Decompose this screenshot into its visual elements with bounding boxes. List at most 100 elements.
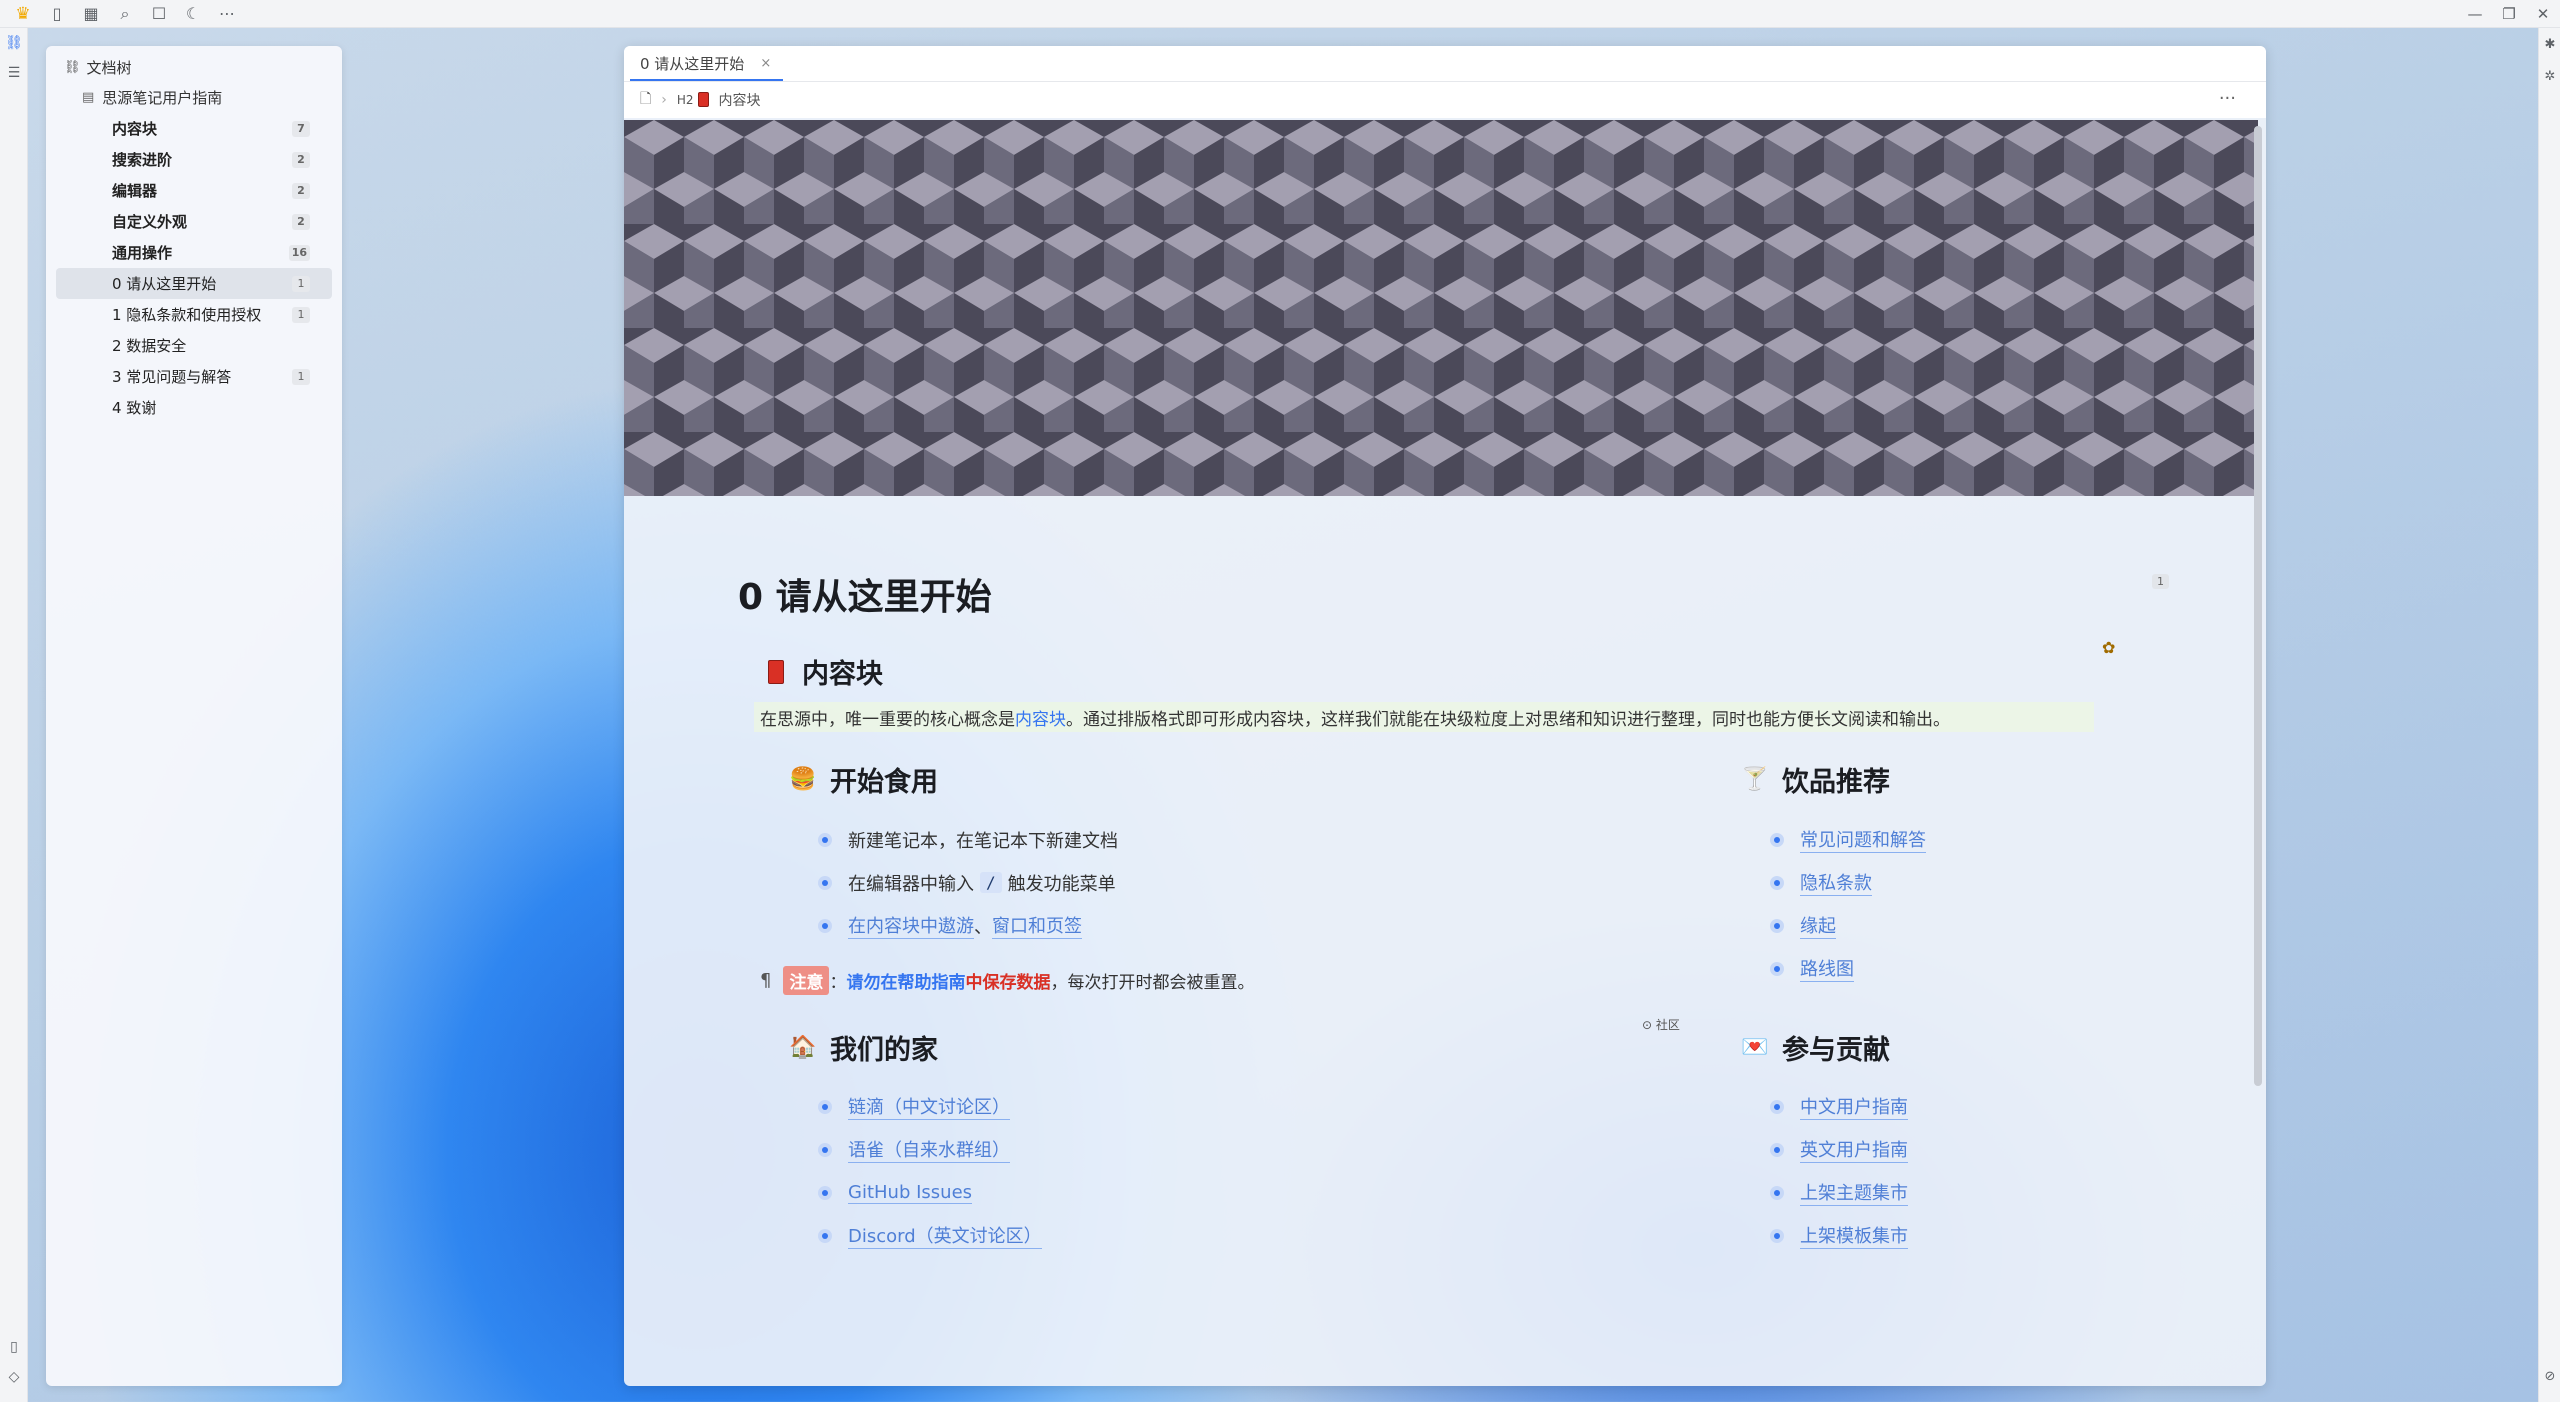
- tree-item-count: 1: [292, 306, 310, 323]
- left-dock: ⛓ ☰ ▯ ◇: [0, 28, 28, 1402]
- tree-item-search[interactable]: 搜索进阶 2: [56, 144, 332, 175]
- block-ref-link[interactable]: 缘起: [1800, 912, 1836, 939]
- page-title[interactable]: 0 请从这里开始: [738, 568, 992, 620]
- outline-icon[interactable]: ☰: [0, 58, 28, 88]
- intro-text-rest: 。通过排版格式即可形成内容块，这样我们就能在块级粒度上对思绪和知识进行整理，同时…: [1066, 709, 1950, 730]
- bullet-icon: [1770, 961, 1784, 976]
- breadcrumb-heading-level[interactable]: H2: [677, 93, 694, 107]
- warning-note[interactable]: ¶ 注意：请勿在帮助指南 中保存数据 ，每次打开时都会被重置。: [760, 966, 1254, 995]
- list-item-text: 新建笔记本，在笔记本下新建文档: [848, 830, 1118, 852]
- list-item[interactable]: 路线图: [1770, 947, 1926, 990]
- block-ref-link[interactable]: 常见问题和解答: [1800, 826, 1926, 853]
- minimize-icon[interactable]: —: [2458, 0, 2492, 28]
- list-item[interactable]: 新建笔记本，在笔记本下新建文档: [818, 818, 1118, 861]
- bullet-icon: [1770, 832, 1784, 847]
- tree-item-general[interactable]: 通用操作 16: [56, 237, 332, 268]
- tab-label: 0 请从这里开始: [640, 54, 745, 73]
- heading-contribute[interactable]: 💌 参与贡献: [1740, 1028, 1890, 1067]
- block-ref-link[interactable]: 隐私条款: [1800, 869, 1872, 896]
- block-ref-link[interactable]: 窗口和页签: [992, 912, 1082, 939]
- list-item[interactable]: 隐私条款: [1770, 861, 1926, 904]
- calendar-icon[interactable]: ▦: [74, 0, 108, 28]
- cover-image[interactable]: [624, 120, 2258, 496]
- moon-icon[interactable]: ☾: [176, 0, 210, 28]
- notebook-label: 思源笔记用户指南: [102, 89, 223, 107]
- graph-icon[interactable]: ✱: [2539, 28, 2560, 60]
- block-ref-link[interactable]: 上架模板集市: [1800, 1222, 1908, 1249]
- list-item[interactable]: 上架主题集市: [1770, 1171, 1908, 1214]
- external-link[interactable]: GitHub Issues: [848, 1182, 973, 1204]
- list-item[interactable]: 在编辑器中输入 / 触发功能菜单: [818, 861, 1118, 904]
- list-item[interactable]: 常见问题和解答: [1770, 818, 1926, 861]
- intro-paragraph[interactable]: 在思源中，唯一重要的核心概念是 内容块 。通过排版格式即可形成内容块，这样我们就能在…: [754, 702, 2094, 732]
- tree-item-start-here[interactable]: 0 请从这里开始 1: [56, 268, 332, 299]
- paragraph-icon[interactable]: ¶: [760, 970, 771, 991]
- list-item[interactable]: GitHub Issues: [818, 1171, 1042, 1214]
- tree-item-faq[interactable]: 3 常见问题与解答 1: [56, 361, 332, 392]
- heading-text: 内容块: [802, 659, 883, 690]
- doc-icon[interactable]: 🗋: [640, 88, 651, 112]
- intro-text: 在思源中，唯一重要的核心概念是: [760, 709, 1015, 730]
- external-link[interactable]: Discord（英文讨论区）: [848, 1222, 1042, 1249]
- heading-getting-started[interactable]: 🍔 开始食用: [788, 760, 938, 799]
- block-ref-link[interactable]: 路线图: [1800, 955, 1854, 982]
- close-icon[interactable]: ✕: [2526, 0, 2560, 28]
- list-item-text: 触发功能菜单: [1007, 873, 1116, 895]
- block-ref-link[interactable]: 在内容块中遨游: [848, 912, 974, 939]
- tree-item-label: 自定义外观: [112, 213, 188, 231]
- external-link[interactable]: 链滴（中文讨论区）: [848, 1093, 1010, 1120]
- cocktail-icon: 🍸: [1741, 767, 1769, 792]
- tree-item-label: 3 常见问题与解答: [112, 368, 232, 386]
- list-item[interactable]: 中文用户指南: [1770, 1085, 1908, 1128]
- more-icon[interactable]: ⋯: [210, 0, 244, 28]
- list-item[interactable]: 缘起: [1770, 904, 1926, 947]
- backlink-icon[interactable]: ⊘: [2539, 1360, 2560, 1392]
- more-menu-icon[interactable]: ···: [2219, 88, 2236, 109]
- tag-icon[interactable]: ◇: [0, 1362, 28, 1392]
- external-link[interactable]: 语雀（自来水群组）: [848, 1136, 1010, 1163]
- file-tree-header: ⛓ 文档树: [46, 52, 342, 82]
- search-icon[interactable]: ⌕: [108, 0, 142, 28]
- drinks-list: 常见问题和解答 隐私条款 缘起 路线图: [1770, 818, 1926, 990]
- list-item[interactable]: 上架模板集市: [1770, 1214, 1908, 1257]
- block-ref-link[interactable]: 英文用户指南: [1800, 1136, 1908, 1163]
- heading-content-blocks[interactable]: 内容块: [762, 652, 883, 691]
- restore-icon[interactable]: ❐: [2492, 0, 2526, 28]
- crown-icon[interactable]: ♛: [6, 0, 40, 28]
- tree-item-editor[interactable]: 编辑器 2: [56, 175, 332, 206]
- list-item[interactable]: 在内容块中遨游、窗口和页签: [818, 904, 1118, 947]
- backlink-count-badge[interactable]: 1: [2152, 574, 2169, 589]
- list-item[interactable]: 英文用户指南: [1770, 1128, 1908, 1171]
- list-item[interactable]: 语雀（自来水群组）: [818, 1128, 1042, 1171]
- tree-item-count: 1: [292, 368, 310, 385]
- block-ref-link[interactable]: 中文用户指南: [1800, 1093, 1908, 1120]
- intro-link[interactable]: 内容块: [1015, 705, 1066, 730]
- heading-our-home[interactable]: 🏠 我们的家: [788, 1028, 938, 1067]
- tab-close-icon[interactable]: ×: [760, 56, 771, 71]
- tree-item-appearance[interactable]: 自定义外观 2: [56, 206, 332, 237]
- tree-item-content-blocks[interactable]: 内容块 7: [56, 113, 332, 144]
- tree-item-privacy[interactable]: 1 隐私条款和使用授权 1: [56, 299, 332, 330]
- breadcrumb-item[interactable]: 内容块: [697, 90, 771, 110]
- note-emphasis: 请勿在帮助指南: [846, 973, 966, 993]
- bookmark-icon[interactable]: ▯: [0, 1332, 28, 1362]
- file-icon[interactable]: ▯: [40, 0, 74, 28]
- block-ref-link[interactable]: 上架主题集市: [1800, 1179, 1908, 1206]
- global-graph-icon[interactable]: ✲: [2539, 60, 2560, 92]
- list-item[interactable]: 链滴（中文讨论区）: [818, 1085, 1042, 1128]
- list-item[interactable]: Discord（英文讨论区）: [818, 1214, 1042, 1257]
- notebook-item[interactable]: ▤ 思源笔记用户指南: [46, 82, 342, 113]
- tree-item-data-safety[interactable]: 2 数据安全: [56, 330, 332, 361]
- community-label[interactable]: ⊙ 社区: [1642, 1016, 1680, 1033]
- tab-bar: 0 请从这里开始 ×: [624, 46, 2266, 82]
- love-letter-icon: 💌: [1741, 1035, 1769, 1060]
- bullet-icon: [1770, 1099, 1784, 1114]
- tab-start-here[interactable]: 0 请从这里开始 ×: [630, 47, 784, 81]
- file-tree-icon[interactable]: ⛓: [0, 28, 28, 58]
- start-list: 新建笔记本，在笔记本下新建文档 在编辑器中输入 / 触发功能菜单 在内容块中遨游、窗…: [818, 818, 1118, 947]
- window-icon[interactable]: ☐: [142, 0, 176, 28]
- heading-text: 开始食用: [830, 767, 938, 798]
- heading-drinks[interactable]: 🍸 饮品推荐: [1740, 760, 1890, 799]
- tree-item-thanks[interactable]: 4 致谢: [56, 392, 332, 423]
- bullet-icon: [818, 918, 832, 933]
